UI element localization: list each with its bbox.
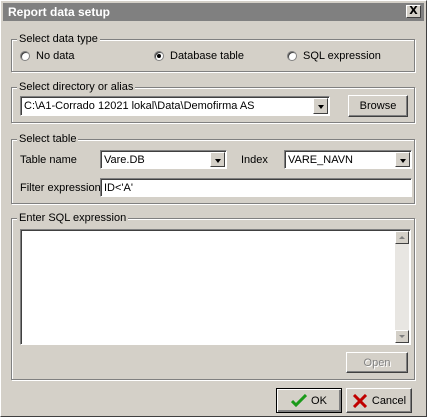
open-button-label: Open — [363, 356, 391, 369]
table-legend: Select table — [17, 133, 79, 145]
table-name-value: Vare.DB — [104, 154, 145, 166]
directory-legend: Select directory or alias — [17, 81, 136, 93]
radio-sql-expression-indicator[interactable] — [287, 51, 297, 61]
radio-no-data[interactable]: No data — [20, 50, 75, 62]
open-button[interactable]: Open — [346, 352, 408, 373]
index-label: Index — [241, 154, 268, 166]
scroll-up-icon[interactable] — [395, 231, 409, 244]
radio-database-table[interactable]: Database table — [154, 50, 244, 62]
ok-button[interactable]: OK — [276, 388, 342, 413]
chevron-down-icon[interactable] — [313, 98, 328, 114]
filter-expression-value: ID<'A' — [104, 182, 133, 194]
sql-legend: Enter SQL expression — [17, 212, 129, 224]
table-group: Select table Table name Vare.DB Index VA… — [11, 133, 415, 204]
chevron-down-icon[interactable] — [210, 152, 225, 167]
index-value: VARE_NAVN — [288, 154, 354, 166]
sql-expression-textarea[interactable] — [20, 229, 411, 345]
sql-group: Enter SQL expression Open — [11, 212, 415, 380]
radio-no-data-label: No data — [36, 50, 75, 62]
checkmark-icon — [291, 393, 308, 407]
filter-expression-input[interactable]: ID<'A' — [100, 178, 412, 197]
title-bar[interactable]: Report data setup X — [3, 3, 424, 21]
cancel-button[interactable]: Cancel — [346, 388, 412, 413]
chevron-down-icon[interactable] — [395, 152, 410, 167]
browse-button-label: Browse — [359, 100, 397, 112]
scroll-down-icon[interactable] — [395, 330, 409, 343]
radio-sql-expression[interactable]: SQL expression — [287, 50, 381, 62]
radio-sql-expression-label: SQL expression — [303, 50, 381, 62]
directory-value: C:\A1-Corrado 12021 lokal\Data\Demofirma… — [24, 100, 255, 112]
directory-group: Select directory or alias C:\A1-Corrado … — [11, 81, 415, 123]
close-button[interactable]: X — [406, 5, 421, 18]
browse-button[interactable]: Browse — [348, 95, 408, 117]
cancel-button-label: Cancel — [371, 394, 407, 407]
data-type-group: Select data type No data Database table … — [11, 33, 415, 72]
filter-expression-label: Filter expression — [20, 182, 101, 194]
index-select[interactable]: VARE_NAVN — [284, 150, 412, 169]
close-icon: X — [409, 4, 418, 17]
report-data-setup-dialog: Report data setup X Select data type No … — [0, 0, 427, 417]
sql-scrollbar[interactable] — [395, 231, 409, 343]
ok-button-label: OK — [311, 394, 327, 407]
table-name-label: Table name — [20, 154, 77, 166]
data-type-legend: Select data type — [17, 33, 100, 45]
table-name-select[interactable]: Vare.DB — [100, 150, 227, 169]
radio-database-table-label: Database table — [170, 50, 244, 62]
cancel-x-icon — [352, 393, 367, 408]
radio-no-data-indicator[interactable] — [20, 51, 30, 61]
radio-database-table-indicator[interactable] — [154, 51, 164, 61]
window-title: Report data setup — [8, 5, 111, 19]
directory-select[interactable]: C:\A1-Corrado 12021 lokal\Data\Demofirma… — [20, 96, 330, 116]
